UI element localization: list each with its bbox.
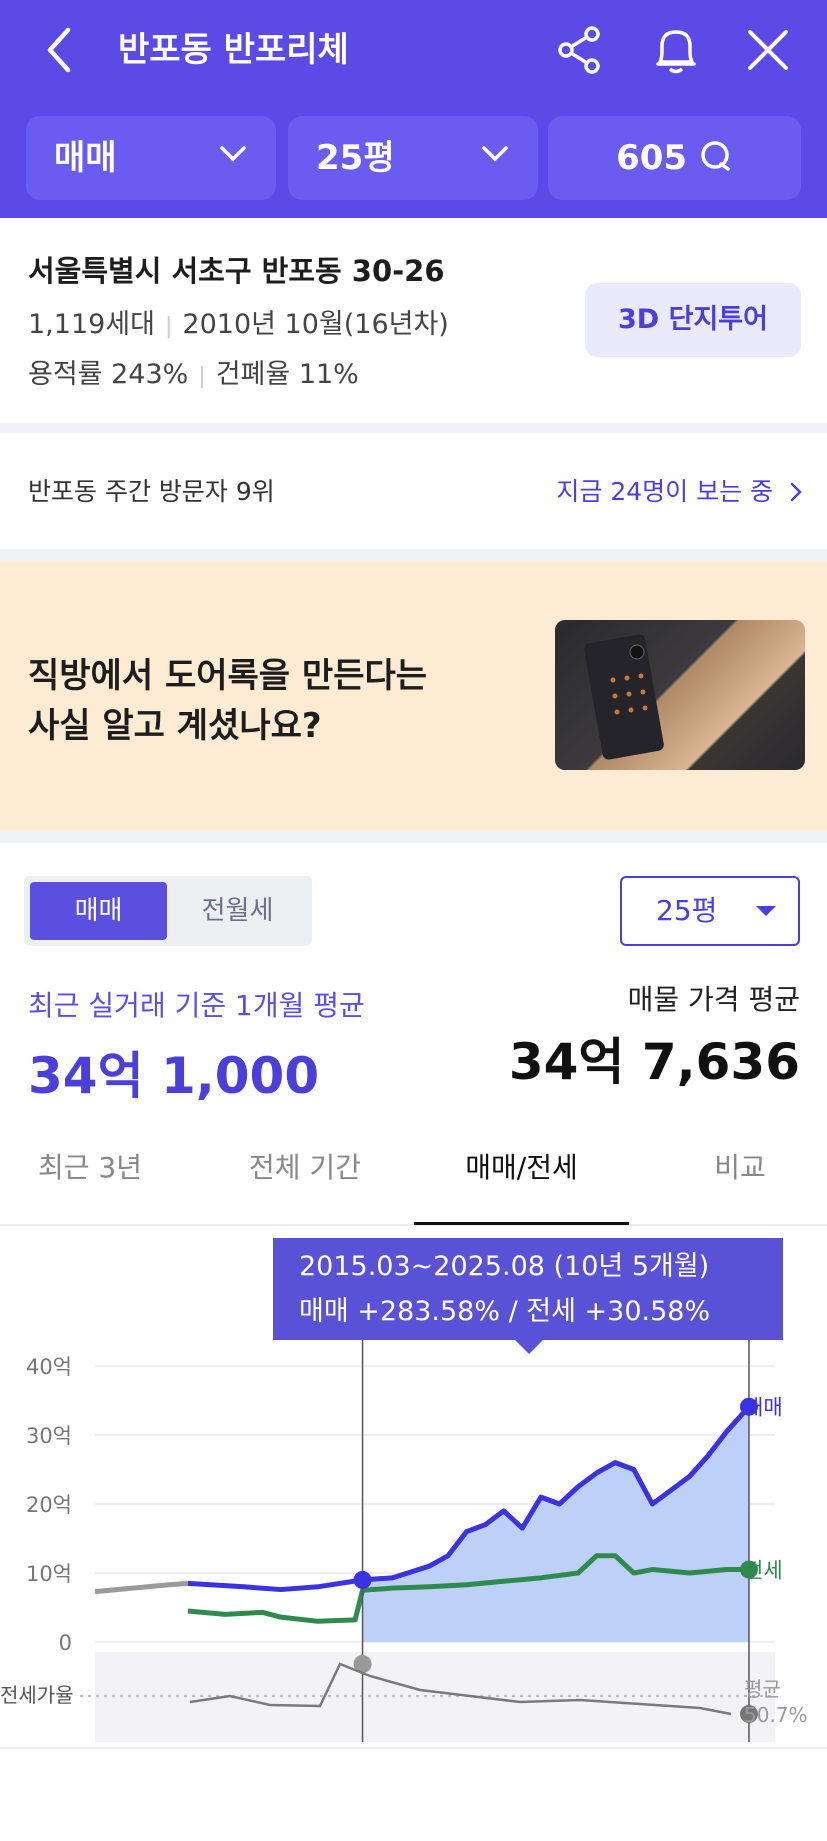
- complex-meta-2: 용적률 243% | 건폐율 11%: [28, 352, 359, 391]
- banner-text: 직방에서 도어록을 만든다는 사실 알고 계셨나요?: [28, 651, 427, 751]
- speech-bubble-icon: [701, 141, 730, 171]
- chevron-down-icon: [482, 146, 508, 162]
- ratio-label: 전세가율: [0, 1683, 74, 1707]
- close-icon: [748, 30, 788, 70]
- households: 1,119세대: [28, 309, 155, 340]
- deal-toggle: 매매 전월세: [24, 876, 312, 946]
- range-tooltip: 2015.03~2025.08 (10년 5개월) 매매 +283.58% / …: [273, 1238, 783, 1354]
- sale-series-label: 매매: [744, 1396, 783, 1420]
- close-button[interactable]: [740, 22, 796, 78]
- alert-button[interactable]: [648, 22, 704, 78]
- sale-start-point: [353, 1570, 372, 1589]
- deal-type-filter[interactable]: 매매: [26, 116, 276, 200]
- size-select[interactable]: 25평: [620, 876, 800, 946]
- viewers-now-text: 지금 24명이 보는 중: [556, 477, 774, 506]
- y-tick-label: 30억: [26, 1424, 72, 1448]
- share-icon: [558, 26, 600, 74]
- section-divider: [0, 549, 827, 561]
- tooltip-change: 매매 +283.58% / 전세 +30.58%: [299, 1296, 711, 1327]
- jeonse-series-label: 전세: [744, 1559, 783, 1583]
- y-tick-label: 0: [59, 1631, 72, 1655]
- sale-area: [362, 1406, 749, 1642]
- coverage-ratio: 건폐율 11%: [215, 359, 359, 390]
- door-lock-image: [555, 620, 805, 770]
- complex-address: 서울특별시 서초구 반포동 30-26: [28, 254, 445, 288]
- tooltip-period: 2015.03~2025.08 (10년 5개월): [299, 1251, 710, 1282]
- chevron-left-icon: [47, 27, 71, 73]
- toggle-sale[interactable]: 매매: [30, 882, 167, 940]
- period-tabs: 최근 3년 전체 기간 매매/전세 비교: [0, 1128, 827, 1226]
- visitor-rank: 반포동 주간 방문자 9위: [28, 477, 275, 506]
- share-button[interactable]: [552, 22, 608, 78]
- sale-line-pre: [94, 1580, 189, 1595]
- door-lock-illustration: [584, 634, 664, 760]
- recent-trade-value: 34억 1,000: [28, 1047, 320, 1105]
- page-title: 반포동 반포리체: [118, 30, 349, 70]
- comments-button[interactable]: 605: [548, 116, 801, 200]
- floor-area-ratio: 용적률 243%: [28, 359, 189, 390]
- tooltip-tail: [515, 1340, 543, 1354]
- size-select-value: 25평: [656, 894, 718, 927]
- tab-recent-3y[interactable]: 최근 3년: [0, 1128, 180, 1222]
- viewers-now-link[interactable]: 지금 24명이 보는 중: [556, 472, 805, 508]
- tab-sale-jeonse[interactable]: 매매/전세: [414, 1128, 629, 1225]
- complex-meta-1: 1,119세대 | 2010년 10월(16년차): [28, 302, 449, 341]
- caret-down-icon: [756, 906, 776, 916]
- banner-line-2: 사실 알고 계셨나요?: [28, 706, 322, 746]
- 3d-tour-button[interactable]: 3D 단지투어: [585, 283, 801, 357]
- comment-count: 605: [616, 138, 688, 178]
- back-button[interactable]: [38, 24, 82, 76]
- asking-price-value: 34억 7,636: [508, 1033, 800, 1091]
- built-year: 2010년 10월(16년차): [182, 309, 449, 340]
- section-divider: [0, 423, 827, 433]
- asking-price-label: 매물 가격 평균: [627, 983, 800, 1016]
- ratio-avg-value: 50.7%: [744, 1703, 808, 1727]
- bell-icon: [656, 30, 696, 74]
- size-filter[interactable]: 25평: [288, 116, 538, 200]
- ratio-avg-label: 평균: [744, 1677, 781, 1701]
- y-tick-label: 40억: [26, 1355, 72, 1379]
- y-tick-label: 10억: [26, 1562, 72, 1586]
- separator: |: [198, 364, 206, 389]
- tab-all-period[interactable]: 전체 기간: [215, 1128, 395, 1222]
- ratio-panel: [95, 1652, 775, 1742]
- separator: |: [164, 314, 173, 339]
- y-tick-label: 20억: [26, 1493, 72, 1517]
- banner-line-1: 직방에서 도어록을 만든다는: [28, 656, 428, 696]
- recent-trade-label: 최근 실거래 기준 1개월 평균: [28, 989, 365, 1022]
- toggle-rent[interactable]: 전월세: [169, 882, 306, 940]
- chevron-right-icon: [790, 482, 802, 502]
- chevron-down-icon: [220, 146, 246, 162]
- section-divider: [0, 831, 827, 843]
- tab-compare[interactable]: 비교: [650, 1128, 827, 1222]
